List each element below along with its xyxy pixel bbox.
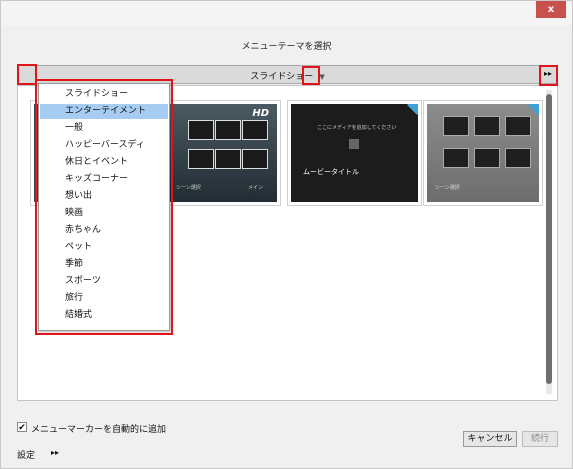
auto-add-checkbox[interactable]: ✔ xyxy=(17,422,27,433)
annotation-box-dropdown xyxy=(35,79,173,335)
title-bar: x xyxy=(1,1,572,25)
dialog-title: メニューテーマを選択 xyxy=(241,42,332,52)
theme-thumbnail-3[interactable]: ここにメディアを追加してください ムービータイトル xyxy=(287,100,422,206)
chevron-down-icon[interactable]: ▼ xyxy=(319,73,324,81)
movie-title-caption: ムービータイトル xyxy=(303,168,359,176)
continue-button[interactable]: 続行 xyxy=(522,431,558,447)
add-media-hint: ここにメディアを追加してください xyxy=(317,125,397,131)
settings-expand-icon[interactable]: ▸▸ xyxy=(51,448,59,457)
close-button[interactable]: x xyxy=(536,1,566,18)
theme-thumbnail-2[interactable]: HD シーン選択 メイン xyxy=(164,100,281,206)
scrollbar-thumb[interactable] xyxy=(546,94,552,384)
scene-select-caption: シーン選択 xyxy=(435,185,460,191)
hd-badge: HD xyxy=(252,108,269,119)
media-icon xyxy=(349,139,359,149)
main-caption: メイン xyxy=(248,185,264,191)
auto-add-label: メニューマーカーを自動的に追加 xyxy=(31,425,167,435)
annotation-box-left xyxy=(17,64,37,85)
cancel-button[interactable]: キャンセル xyxy=(463,431,517,447)
selected-corner-marker xyxy=(528,104,539,115)
dialog-window: x メニューテーマを選択 スライドショー ▼ ▸▸ HD シーン選択 メイン ここ… xyxy=(0,0,573,469)
annotation-box-arrow xyxy=(302,66,320,85)
annotation-box-next xyxy=(539,65,558,86)
scene-select-caption: シーン選択 xyxy=(176,185,201,191)
theme-thumbnail-4[interactable]: シーン選択 xyxy=(423,100,543,206)
selected-corner-marker xyxy=(407,104,418,115)
settings-link[interactable]: 設定 xyxy=(17,448,35,461)
gallery-scrollbar[interactable] xyxy=(546,90,552,394)
